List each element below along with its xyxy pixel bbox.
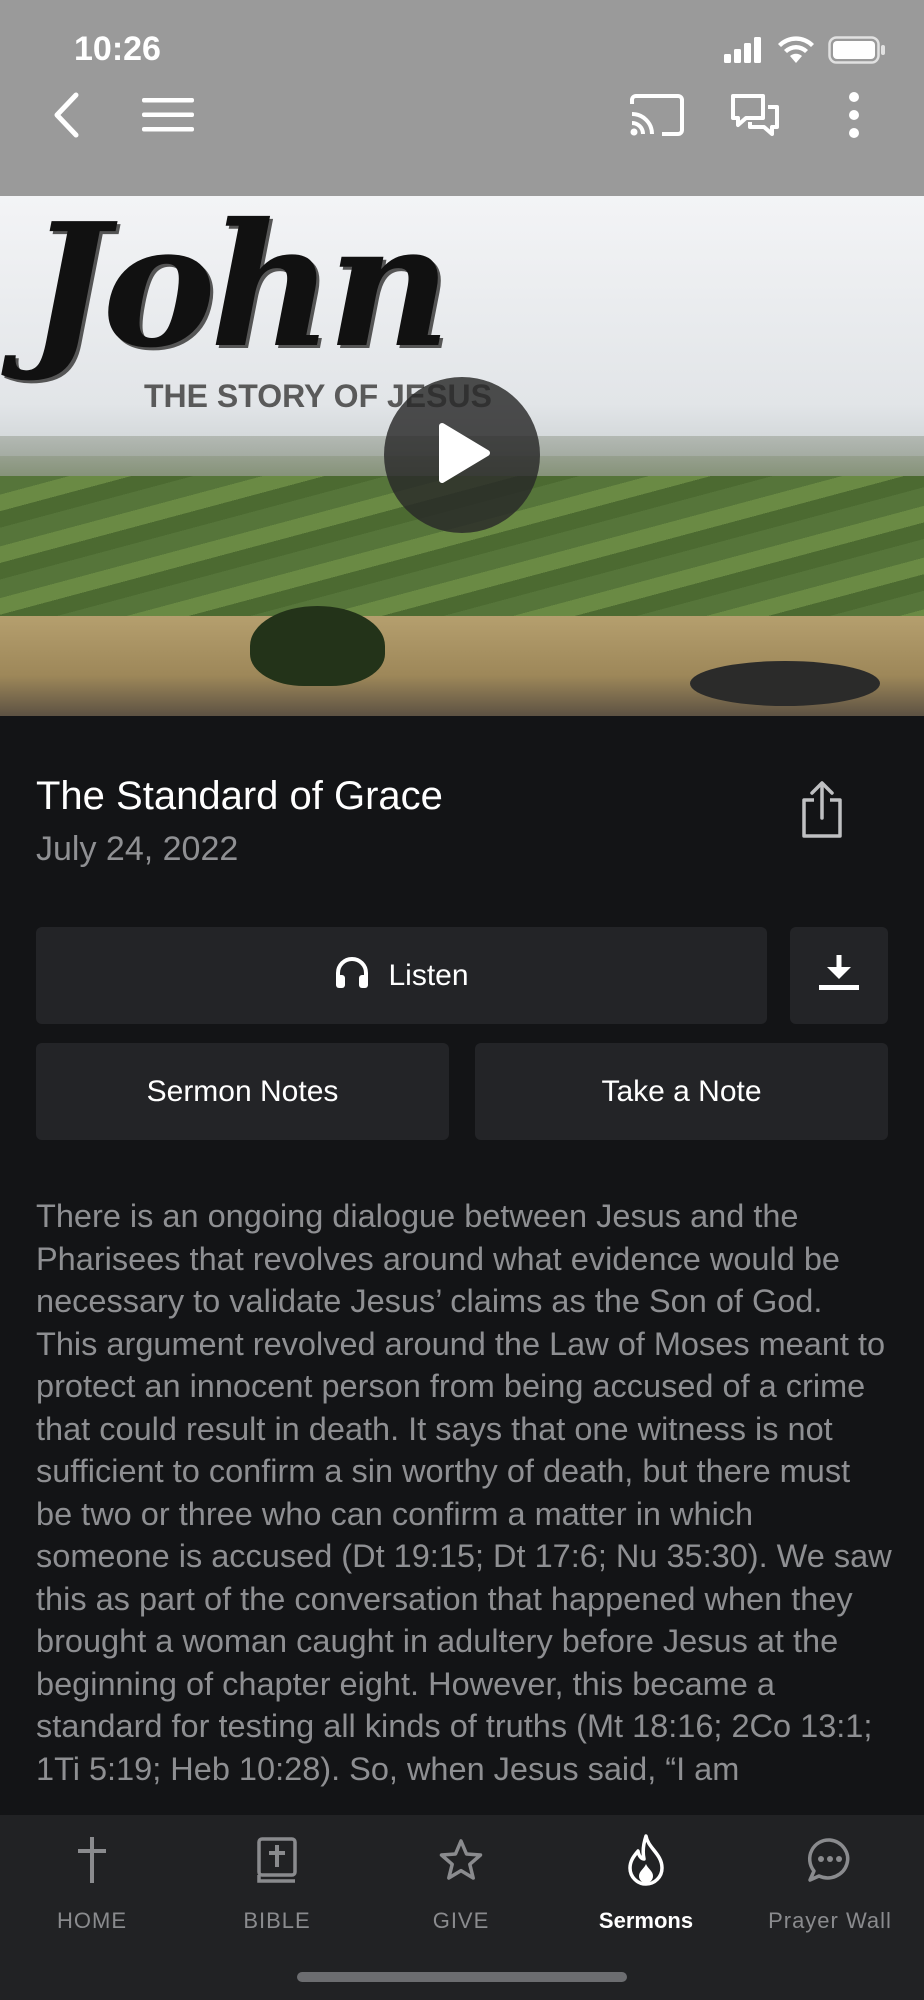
status-time: 10:26 (74, 30, 161, 68)
battery-icon (828, 36, 886, 69)
top-bar: 10:26 (0, 0, 924, 196)
tab-sermons[interactable]: Sermons (554, 1832, 738, 1934)
signal-icon (724, 37, 764, 68)
hamburger-menu-icon[interactable] (142, 97, 194, 133)
download-icon (818, 953, 860, 999)
tab-home[interactable]: HOME (0, 1832, 184, 1934)
share-icon (800, 781, 844, 844)
bible-icon (257, 1832, 297, 1888)
chat-bubble-icon (806, 1832, 854, 1888)
download-button[interactable] (790, 927, 888, 1024)
flame-icon (626, 1832, 666, 1888)
sermon-detail-screen: 10:26 John THE STORY OF JESUS The Standa… (0, 0, 924, 2000)
chat-bubbles-icon[interactable] (730, 93, 780, 137)
status-icons (724, 36, 886, 69)
tab-bible[interactable]: BIBLE (185, 1832, 369, 1934)
play-button[interactable] (384, 377, 540, 533)
cast-icon[interactable] (630, 94, 684, 136)
listen-label: Listen (388, 958, 469, 992)
tab-give[interactable]: GIVE (369, 1832, 553, 1934)
tab-label: BIBLE (243, 1908, 311, 1933)
tab-label: Prayer Wall (768, 1908, 892, 1933)
listen-button[interactable]: Listen (36, 927, 767, 1024)
wifi-icon (778, 36, 814, 69)
tab-label: Sermons (598, 1908, 694, 1933)
headphones-icon (334, 955, 370, 997)
sermon-description: There is an ongoing dialogue between Jes… (36, 1198, 892, 1787)
tab-label: GIVE (432, 1908, 490, 1933)
sermon-video-thumbnail[interactable]: John THE STORY OF JESUS (0, 196, 924, 716)
back-icon[interactable] (52, 92, 80, 138)
star-icon (438, 1832, 484, 1888)
home-indicator (297, 1972, 627, 1982)
sermon-title: The Standard of Grace (36, 774, 443, 818)
vertical-dots-icon[interactable] (848, 92, 860, 138)
sermon-date: July 24, 2022 (36, 830, 239, 868)
sermon-notes-button[interactable]: Sermon Notes (36, 1043, 449, 1140)
take-a-note-button[interactable]: Take a Note (475, 1043, 888, 1140)
series-title: John (28, 196, 451, 386)
share-button[interactable] (800, 780, 864, 850)
tab-prayer-wall[interactable]: Prayer Wall (738, 1832, 922, 1934)
play-icon (432, 422, 492, 489)
tab-label: HOME (57, 1908, 127, 1933)
cross-icon (78, 1832, 106, 1888)
